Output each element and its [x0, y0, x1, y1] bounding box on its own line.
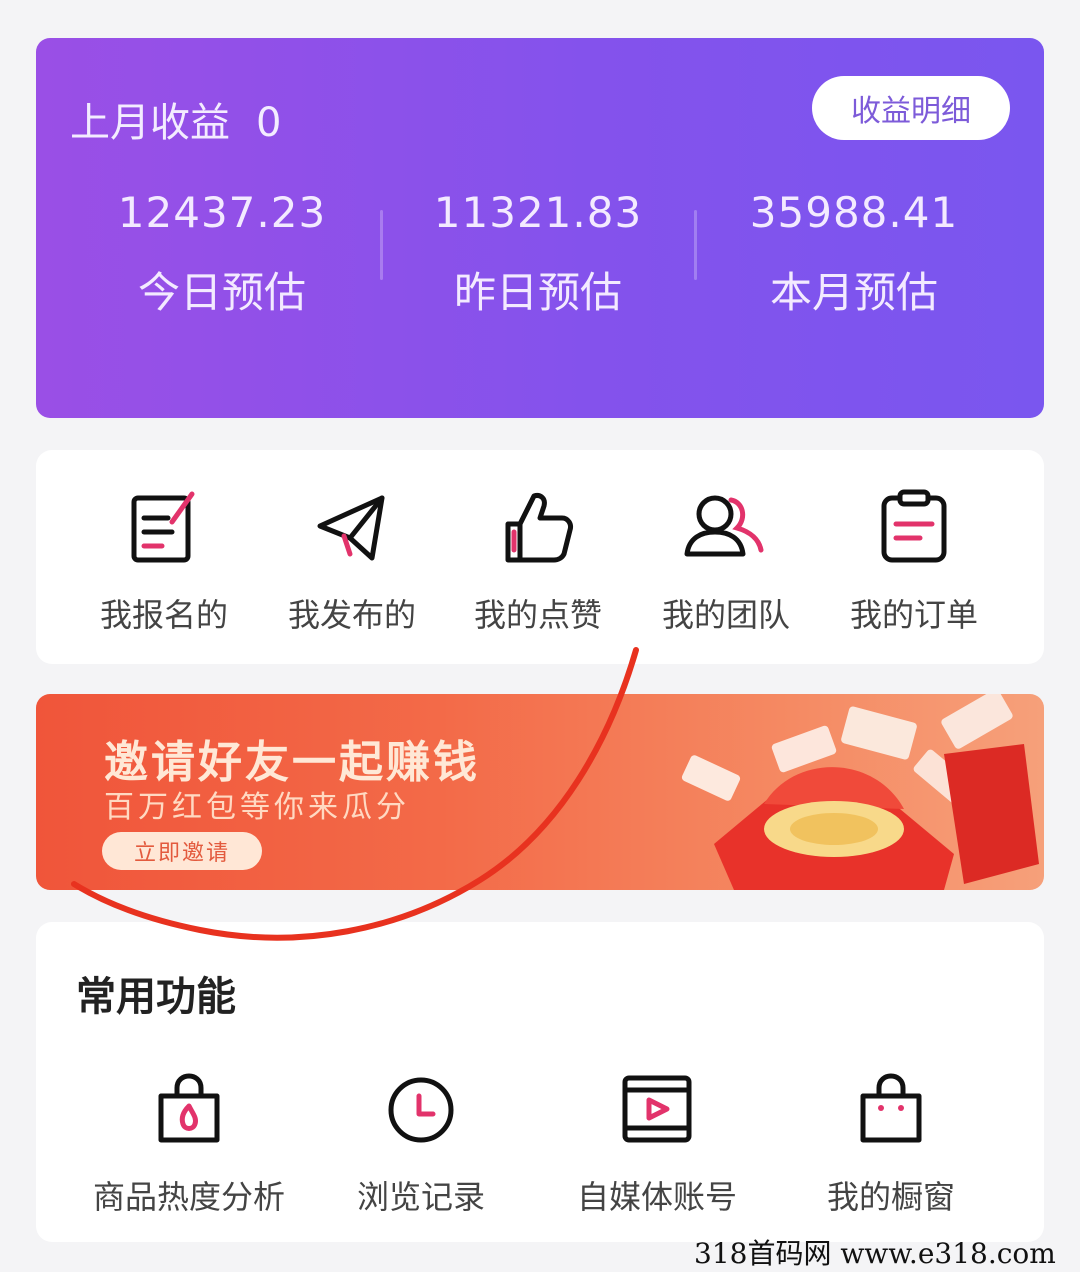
menu-item-label: 我的点赞: [473, 596, 602, 634]
stat-month[interactable]: 35988.41 本月预估: [734, 188, 974, 320]
function-label: 自媒体账号: [576, 1178, 737, 1216]
menu-item-orders[interactable]: 我的订单: [824, 488, 1004, 636]
function-label: 浏览记录: [356, 1178, 485, 1216]
menu-item-label: 我的团队: [661, 596, 790, 634]
video-player-icon: [622, 1075, 692, 1143]
common-functions-panel: 常用功能 商品热度分析 浏览记录 自媒体账号 我的橱窗: [36, 922, 1044, 1242]
function-browse-history[interactable]: 浏览记录: [306, 1072, 536, 1218]
stat-yesterday[interactable]: 11321.83 昨日预估: [418, 188, 658, 320]
stat-divider: [380, 210, 383, 280]
menu-item-label: 我的订单: [849, 596, 978, 634]
shopping-bag-fire-icon: [158, 1073, 220, 1143]
stat-month-label: 本月预估: [769, 268, 938, 317]
last-month-label: 上月收益: [70, 100, 230, 146]
stat-divider: [694, 210, 697, 280]
invite-banner[interactable]: 邀请好友一起赚钱 百万红包等你来瓜分 立即邀请: [36, 694, 1044, 890]
last-month-earnings: 上月收益 0: [70, 90, 281, 148]
menu-item-label: 我报名的: [99, 596, 228, 634]
red-envelope-illustration: [681, 694, 1039, 890]
menu-item-published[interactable]: 我发布的: [262, 488, 442, 636]
shop-bag-icon: [860, 1073, 922, 1143]
stat-today-label: 今日预估: [137, 268, 306, 317]
function-my-showcase[interactable]: 我的橱窗: [776, 1072, 1006, 1218]
function-product-heat-analysis[interactable]: 商品热度分析: [74, 1072, 304, 1218]
stat-yesterday-value: 11321.83: [433, 188, 643, 237]
banner-title: 邀请好友一起赚钱: [104, 737, 480, 788]
function-label: 我的橱窗: [826, 1178, 955, 1216]
watermark-text: 318首码网 www.e318.com: [694, 1237, 1056, 1270]
paper-plane-icon: [317, 495, 385, 561]
quick-menu: 我报名的 我发布的 我的点赞 我的团队 我的订单: [36, 450, 1044, 664]
team-icon: [684, 495, 764, 557]
earnings-card: 上月收益 0 收益明细 12437.23 今日预估 11321.83 昨日预估 3…: [36, 38, 1044, 418]
menu-item-likes[interactable]: 我的点赞: [448, 488, 628, 636]
stat-month-value: 35988.41: [749, 188, 959, 237]
clock-icon: [388, 1077, 454, 1143]
thumbs-up-icon: [505, 493, 573, 563]
function-media-account[interactable]: 自媒体账号: [542, 1072, 772, 1218]
common-functions-title: 常用功能: [76, 974, 236, 1020]
edit-document-icon: [131, 491, 195, 563]
menu-item-label: 我发布的: [287, 596, 416, 634]
stat-today-value: 12437.23: [117, 188, 327, 237]
invite-now-button[interactable]: 立即邀请: [102, 832, 262, 870]
clipboard-icon: [881, 489, 947, 563]
last-month-value: 0: [256, 100, 282, 146]
banner-subtitle: 百万红包等你来瓜分: [104, 790, 410, 825]
earnings-detail-button[interactable]: 收益明细: [812, 76, 1010, 140]
menu-item-team[interactable]: 我的团队: [636, 488, 816, 636]
stat-today[interactable]: 12437.23 今日预估: [102, 188, 342, 320]
menu-item-signed-up[interactable]: 我报名的: [74, 488, 254, 636]
stat-yesterday-label: 昨日预估: [453, 268, 622, 317]
function-label: 商品热度分析: [92, 1178, 285, 1216]
